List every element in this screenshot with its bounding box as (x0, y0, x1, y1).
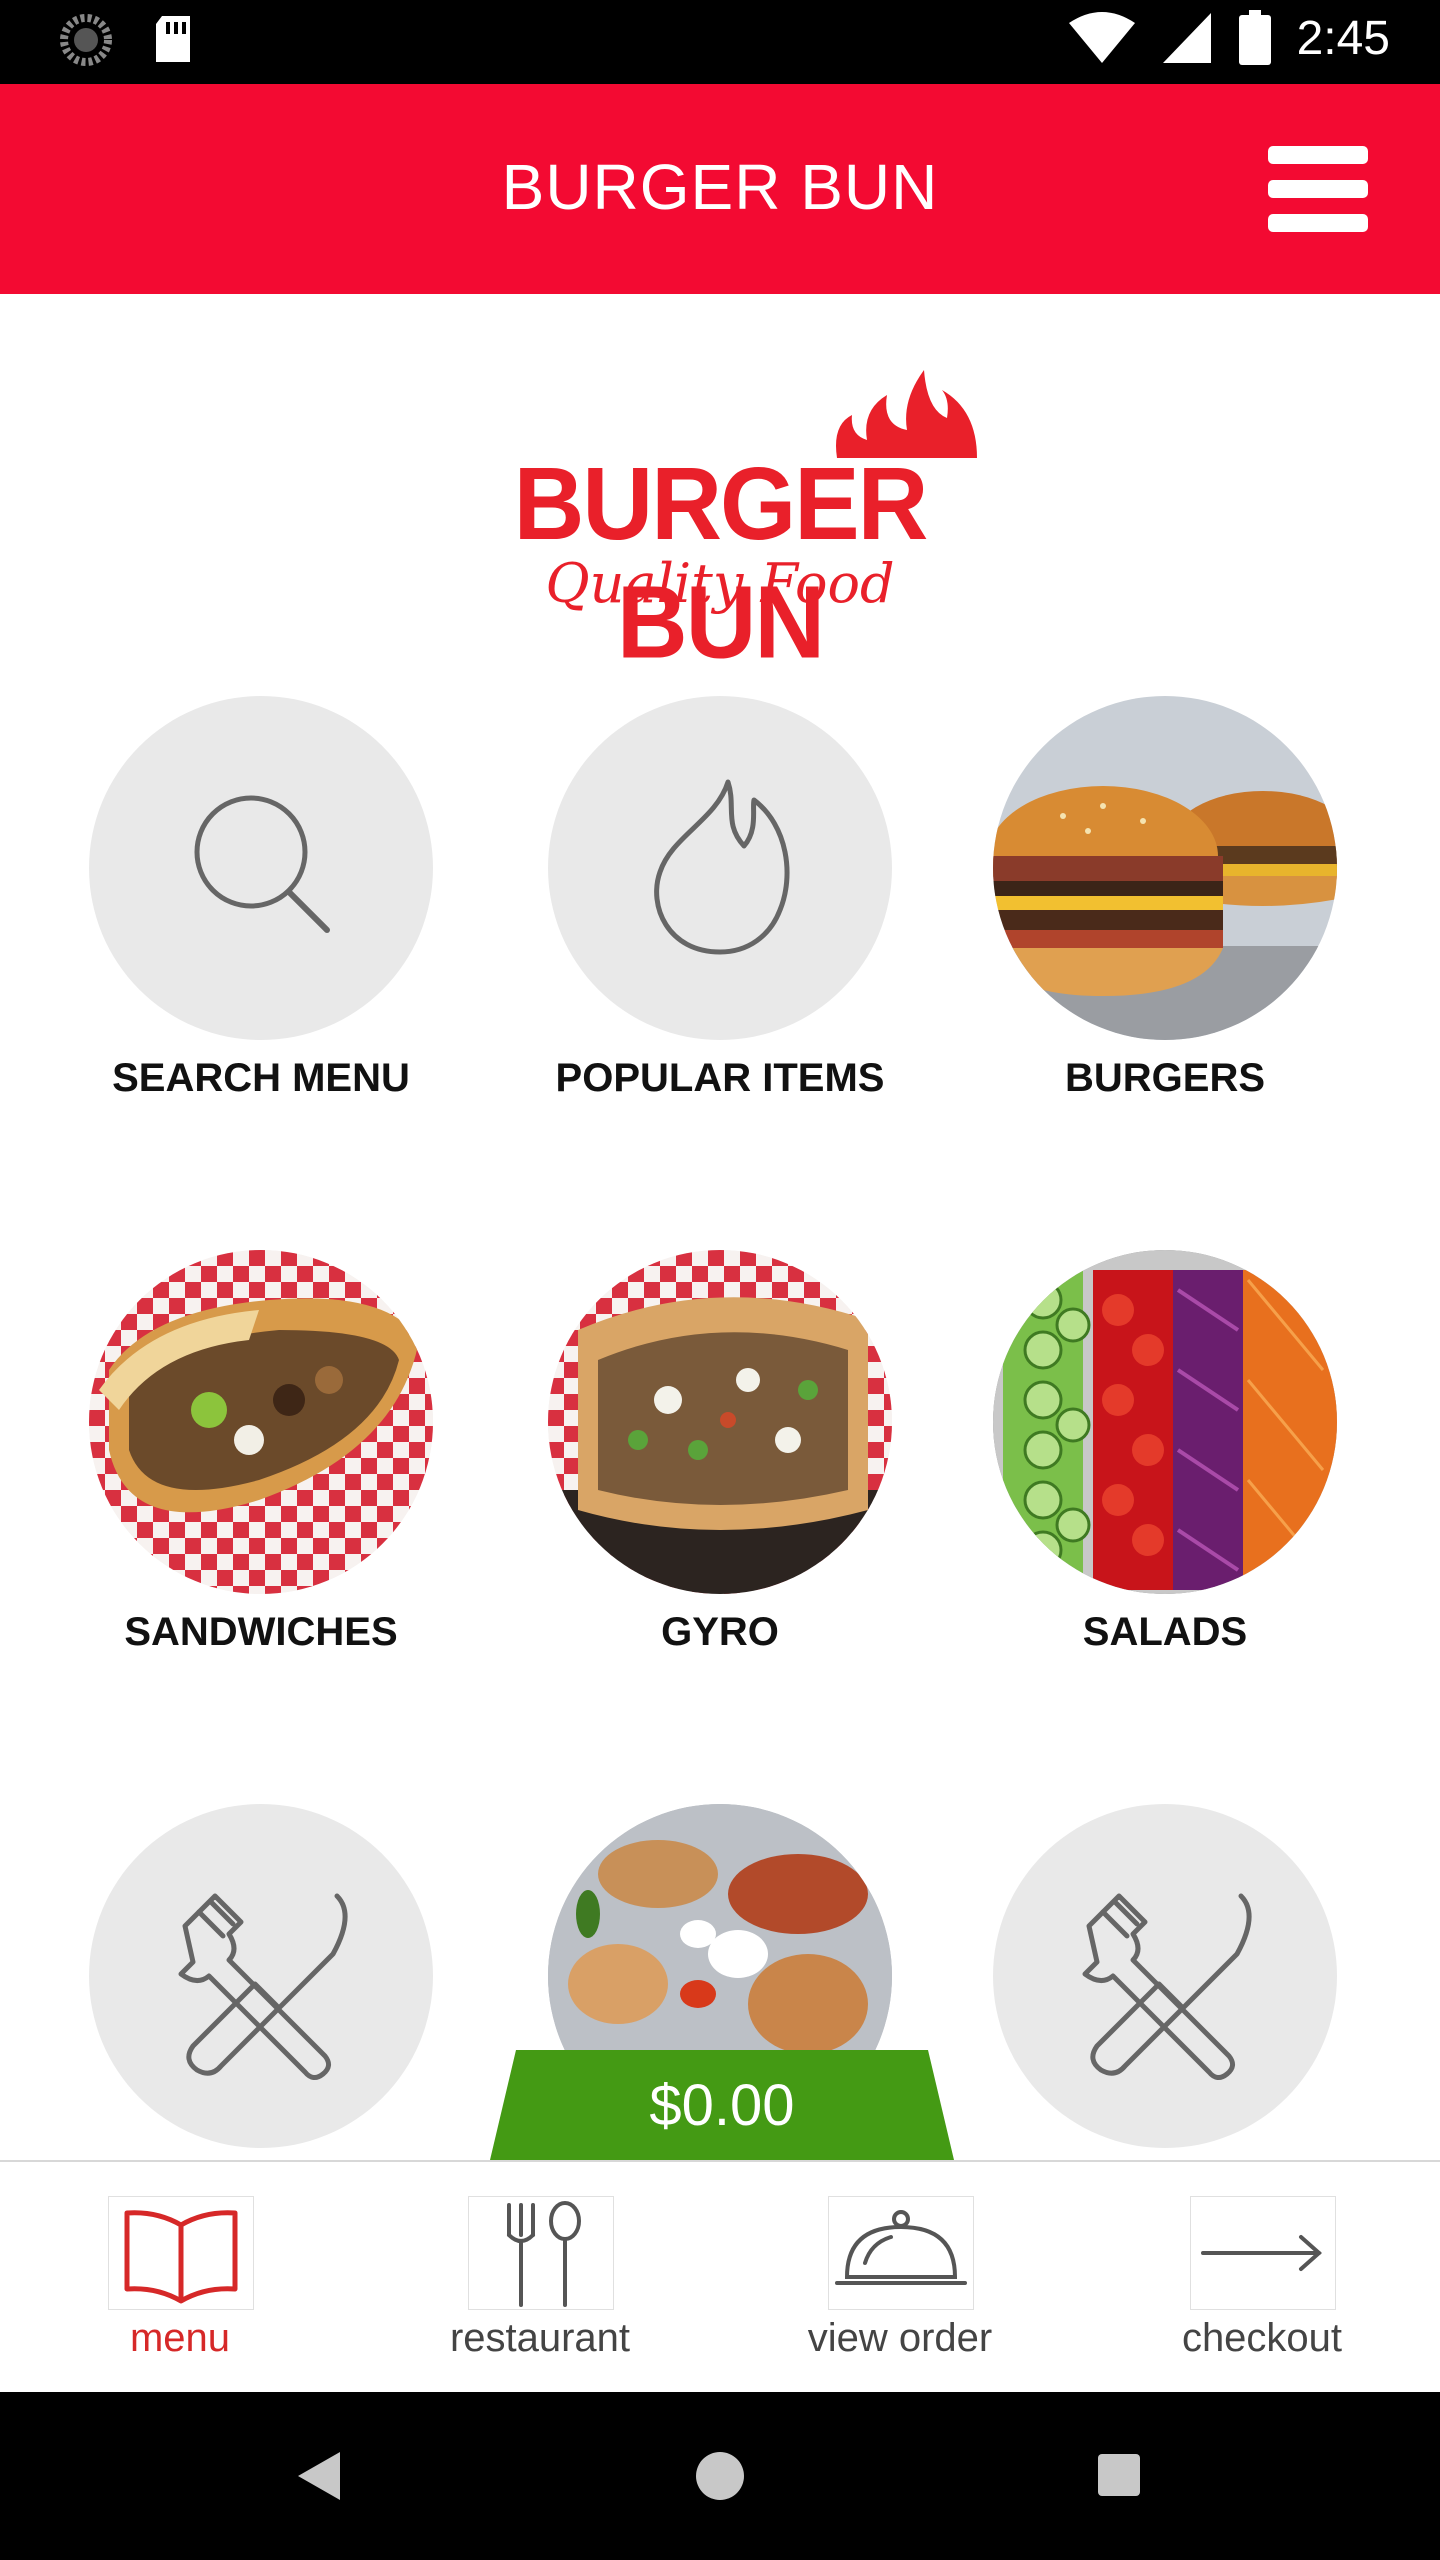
cloche-icon (835, 2210, 967, 2285)
wifi-icon (1068, 12, 1135, 63)
nav-view-order[interactable]: view order (750, 2196, 1050, 2376)
category-label: POPULAR ITEMS (555, 1056, 885, 1100)
category-label: SEARCH MENU (112, 1056, 410, 1100)
loading-icon (60, 14, 112, 66)
nav-restaurant[interactable]: restaurant (390, 2196, 690, 2376)
sd-card-icon (156, 16, 190, 62)
status-time: 2:45 (1296, 11, 1390, 65)
salad-photo (993, 1250, 1337, 1594)
category-burgers[interactable]: BURGERS (940, 696, 1390, 1196)
header-title: BURGER BUN (501, 151, 939, 223)
utensils-icon (1082, 1893, 1252, 2080)
restaurant-logo: BURGER BUN Quality Food (440, 370, 1000, 680)
burgers-photo (993, 786, 1337, 1040)
home-icon[interactable] (694, 2450, 746, 2502)
app-header: BURGER BUN (0, 84, 1440, 294)
hamburger-menu-button[interactable] (1268, 144, 1368, 232)
arrow-right-icon (1201, 2235, 1323, 2271)
order-total-tab[interactable]: $0.00 (490, 2050, 954, 2160)
category-gyro[interactable]: GYRO (495, 1250, 945, 1750)
order-total: $0.00 (649, 2073, 795, 2138)
logo-tagline: Quality Food (545, 552, 895, 615)
category-label: BURGERS (1064, 1056, 1266, 1100)
sandwich-photo (89, 1250, 433, 1594)
category-search-menu[interactable]: SEARCH MENU (36, 696, 486, 1196)
gyro-photo (548, 1250, 892, 1594)
category-sandwiches[interactable]: SANDWICHES (36, 1250, 486, 1750)
status-bar: 2:45 (0, 0, 1440, 84)
book-icon (124, 2210, 238, 2304)
fork-spoon-icon (507, 2201, 581, 2307)
category-label: GYRO (661, 1610, 779, 1654)
hamburger-menu-icon (1268, 146, 1368, 164)
nav-menu[interactable]: menu (30, 2196, 330, 2376)
battery-icon (1238, 10, 1271, 65)
nav-label: view order (807, 2316, 993, 2360)
category-salads[interactable]: SALADS (940, 1250, 1390, 1750)
recents-icon[interactable] (1096, 2452, 1142, 2498)
category-label: SALADS (1082, 1610, 1248, 1654)
system-nav-bar (0, 2392, 1440, 2560)
category-label: SANDWICHES (124, 1610, 398, 1654)
signal-icon (1162, 13, 1211, 63)
flame-icon (654, 779, 790, 955)
back-icon[interactable] (296, 2450, 342, 2502)
nav-label: menu (129, 2316, 231, 2360)
utensils-icon (178, 1893, 348, 2080)
category-popular-items[interactable]: POPULAR ITEMS (495, 696, 945, 1196)
bottom-nav: menu restaurant view order checkout (0, 2160, 1440, 2394)
nav-label: checkout (1181, 2316, 1343, 2360)
nav-label: restaurant (449, 2316, 631, 2360)
search-icon (194, 795, 330, 933)
nav-checkout[interactable]: checkout (1112, 2196, 1412, 2376)
